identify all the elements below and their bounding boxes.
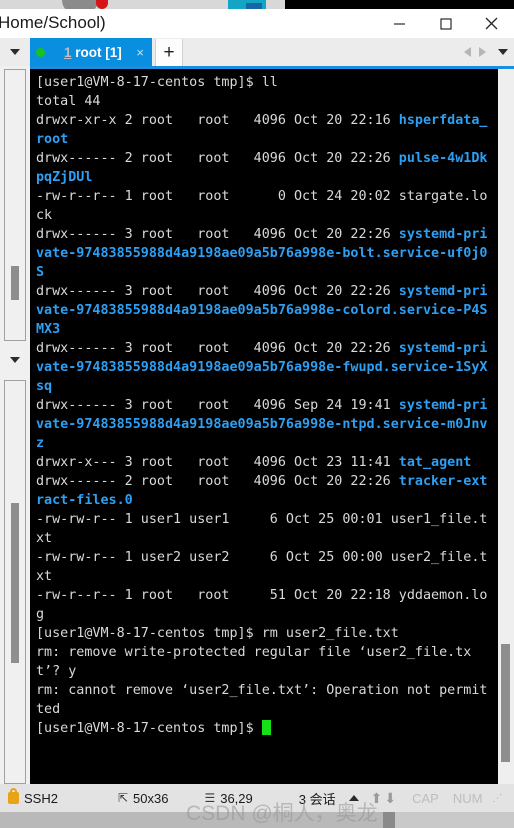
status-position-label: 36,29 — [220, 790, 253, 806]
terminal-file-meta: drwxr-xr-x 2 root root 4096 Oct 20 22:16 — [36, 113, 399, 128]
terminal-prompt: [user1@VM-8-17-centos tmp]$ — [36, 721, 262, 736]
terminal-file-meta: drwx------ 3 root root 4096 Oct 20 22:26 — [36, 284, 399, 299]
lock-icon — [8, 788, 19, 804]
chevron-up-icon[interactable] — [348, 795, 359, 801]
title-bar: Home/School) — [0, 9, 514, 38]
terminal-line: drwx------ 3 root root 4096 Sep 24 19:41… — [36, 396, 492, 453]
terminal-line: drwx------ 3 root root 4096 Oct 20 22:26… — [36, 282, 492, 339]
download-arrow-icon: ⬇ — [384, 789, 397, 806]
close-button[interactable] — [468, 9, 514, 38]
terminal-line: -rw-r--r-- 1 root root 0 Oct 24 20:02 st… — [36, 187, 492, 225]
resize-grip-icon: ⋰ — [492, 792, 503, 804]
tab-list-dropdown-button[interactable] — [0, 38, 30, 66]
resize-icon: ⇱ — [117, 791, 129, 805]
triangle-left-icon[interactable] — [464, 47, 471, 57]
tab-overflow-chevron-icon[interactable] — [498, 49, 508, 55]
status-sessions[interactable]: 3 会话 — [299, 789, 359, 808]
bottom-bar-segment-3 — [395, 812, 514, 828]
background-tick — [0, 0, 8, 6]
terminal-line: -rw-rw-r-- 1 user2 user2 6 Oct 25 00:00 … — [36, 548, 492, 586]
left-scrollbar-lower-thumb[interactable] — [11, 503, 19, 663]
triangle-right-icon[interactable] — [479, 47, 486, 57]
status-sessions-label: 3 会话 — [298, 791, 336, 807]
tab-title: root [1] — [71, 44, 122, 60]
terminal-line: [user1@VM-8-17-centos tmp]$ ll — [36, 73, 492, 92]
status-size-label: 50x36 — [133, 790, 169, 806]
terminal-line: drwx------ 3 root root 4096 Oct 20 22:26… — [36, 225, 492, 282]
left-scrollbar-upper[interactable] — [4, 69, 26, 341]
connection-status-icon — [36, 47, 45, 57]
terminal-line: total 44 — [36, 92, 492, 111]
terminal-line: drwxr-x--- 3 root root 4096 Oct 23 11:41… — [36, 453, 492, 472]
terminal-line: rm: remove write-protected regular file … — [36, 643, 492, 681]
terminal-file-meta: -rw-r--r-- 1 root root 0 Oct 24 20:02 — [36, 189, 399, 204]
tab-session-root[interactable]: 1 root [1] × — [30, 38, 152, 66]
status-num-lock: NUM — [452, 790, 483, 806]
terminal-file-meta: drwxr-x--- 3 root root 4096 Oct 23 11:41 — [36, 455, 399, 470]
terminal-scrollbar[interactable] — [498, 69, 514, 784]
left-scrollbar-lower[interactable] — [4, 380, 26, 784]
terminal-line: drwx------ 2 root root 4096 Oct 20 22:26… — [36, 472, 492, 510]
status-protocol-label: SSH2 — [24, 790, 58, 806]
minimize-button[interactable] — [376, 9, 422, 38]
cursor-position-icon: ☰ — [204, 791, 216, 805]
chevron-down-icon — [10, 49, 20, 55]
tab-nav-controls — [464, 38, 510, 66]
terminal-file-meta: drwx------ 3 root root 4096 Oct 20 22:26 — [36, 227, 399, 242]
terminal-text: total 44 — [36, 94, 101, 109]
status-caps-lock: CAP — [412, 790, 439, 806]
terminal-line: -rw-rw-r-- 1 user1 user1 6 Oct 25 00:01 … — [36, 510, 492, 548]
terminal-file-meta: drwx------ 2 root root 4096 Oct 20 22:26 — [36, 151, 399, 166]
terminal-text: rm: cannot remove ‘user2_file.txt’: Oper… — [36, 683, 488, 717]
status-terminal-size: ⇱ 50x36 — [118, 791, 168, 806]
terminal-line: drwx------ 3 root root 4096 Oct 20 22:26… — [36, 339, 492, 396]
terminal-line: [user1@VM-8-17-centos tmp]$ rm user2_fil… — [36, 624, 492, 643]
terminal-file-meta: -rw-rw-r-- 1 user1 user1 6 Oct 25 00:01 — [36, 512, 391, 527]
left-pane — [0, 66, 30, 784]
terminal-line: [user1@VM-8-17-centos tmp]$ — [36, 719, 492, 738]
tab-bar: 1 root [1] × + — [0, 38, 514, 66]
terminal-panel[interactable]: [user1@VM-8-17-centos tmp]$ ll total 44 dr… — [30, 69, 514, 784]
terminal-line: -rw-r--r-- 1 root root 51 Oct 20 22:18 y… — [36, 586, 492, 624]
terminal-output: [user1@VM-8-17-centos tmp]$ ll total 44 dr… — [36, 73, 492, 738]
terminal-line: drwxr-xr-x 2 root root 4096 Oct 20 22:16… — [36, 111, 492, 149]
bottom-bar-segment-2 — [383, 812, 395, 828]
upload-arrow-icon: ⬆ — [370, 789, 383, 806]
tab-label: 1 root [1] — [50, 45, 131, 60]
window-controls — [376, 9, 514, 38]
terminal-file-meta: drwx------ 3 root root 4096 Oct 20 22:26 — [36, 341, 399, 356]
tab-close-icon[interactable]: × — [136, 46, 146, 59]
new-tab-button[interactable]: + — [155, 39, 183, 66]
window-title: Home/School) — [0, 13, 106, 32]
terminal-scrollbar-thumb[interactable] — [501, 644, 510, 762]
terminal-file-meta: -rw-r--r-- 1 root root 51 Oct 20 22:18 — [36, 588, 399, 603]
bottom-bar-segment-1 — [0, 812, 383, 828]
terminal-line: rm: cannot remove ‘user2_file.txt’: Oper… — [36, 681, 492, 719]
terminal-text: rm: remove write-protected regular file … — [36, 645, 472, 679]
securecrt-window: Home/School) 1 root [1] × + [user1@VM-8-… — [0, 0, 514, 828]
left-scroll-down-button[interactable] — [4, 344, 26, 376]
terminal-cursor — [261, 720, 271, 735]
terminal-file-meta: drwx------ 2 root root 4096 Oct 20 22:26 — [36, 474, 399, 489]
chevron-down-icon — [10, 357, 20, 363]
terminal-file-meta: drwx------ 3 root root 4096 Sep 24 19:41 — [36, 398, 399, 413]
bottom-overflow-bar — [0, 812, 514, 828]
status-cursor-position: ☰ 36,29 — [204, 791, 252, 806]
status-protocol: SSH2 — [8, 788, 58, 806]
tab-number: 1 — [64, 44, 72, 60]
terminal-prompt-line: [user1@VM-8-17-centos tmp]$ ll — [36, 75, 278, 90]
terminal-line: drwx------ 2 root root 4096 Oct 20 22:26… — [36, 149, 492, 187]
background-window-strip — [0, 0, 514, 14]
terminal-prompt-line: [user1@VM-8-17-centos tmp]$ rm user2_fil… — [36, 626, 399, 641]
status-bar: SSH2 ⇱ 50x36 ☰ 36,29 3 会话 ⬆ ⬇ CAP NUM ⋰ — [0, 784, 514, 812]
terminal-directory-name: tat_agent — [398, 455, 472, 470]
left-scrollbar-upper-thumb[interactable] — [11, 266, 19, 300]
terminal-file-meta: -rw-rw-r-- 1 user2 user2 6 Oct 25 00:00 — [36, 550, 391, 565]
maximize-button[interactable] — [422, 9, 468, 38]
